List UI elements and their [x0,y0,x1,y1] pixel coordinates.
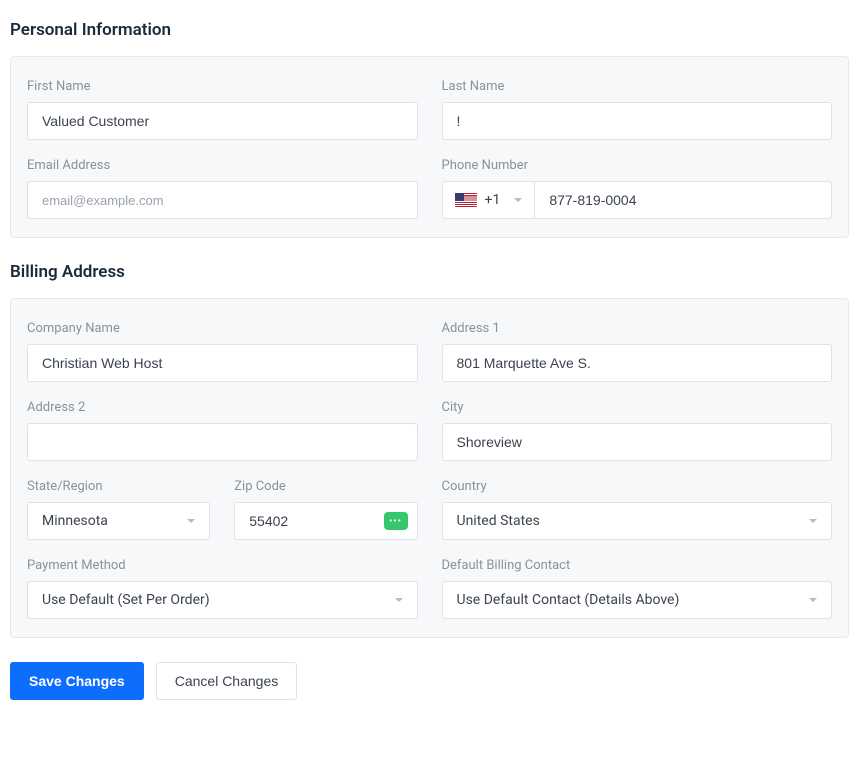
payment-method-value: Use Default (Set Per Order) [42,592,210,608]
state-label: State/Region [27,479,210,494]
state-field: State/Region Minnesota [27,479,210,540]
state-value: Minnesota [42,513,108,529]
billing-panel: Company Name Address 1 Address 2 City St… [10,298,849,638]
country-select[interactable]: United States [442,502,833,540]
us-flag-icon [455,193,477,207]
city-field: City [442,400,833,461]
zip-input[interactable] [234,502,417,540]
address1-field: Address 1 [442,321,833,382]
payment-method-label: Payment Method [27,558,418,573]
chevron-down-icon [809,519,817,523]
last-name-label: Last Name [442,79,833,94]
email-label: Email Address [27,158,418,173]
state-select[interactable]: Minnesota [27,502,210,540]
default-billing-contact-value: Use Default Contact (Details Above) [457,592,680,608]
email-field-wrap: Email Address [27,158,418,219]
default-billing-contact-field: Default Billing Contact Use Default Cont… [442,558,833,619]
phone-field-wrap: Phone Number +1 [442,158,833,219]
chevron-down-icon [187,519,195,523]
company-field: Company Name [27,321,418,382]
address1-label: Address 1 [442,321,833,336]
address1-input[interactable] [442,344,833,382]
country-field: Country United States [442,479,833,540]
country-label: Country [442,479,833,494]
city-label: City [442,400,833,415]
section-title-personal: Personal Information [10,20,849,40]
address2-field: Address 2 [27,400,418,461]
form-actions: Save Changes Cancel Changes [10,662,849,700]
first-name-input[interactable] [27,102,418,140]
cancel-button[interactable]: Cancel Changes [156,662,298,700]
payment-method-field: Payment Method Use Default (Set Per Orde… [27,558,418,619]
chevron-down-icon [395,598,403,602]
address2-label: Address 2 [27,400,418,415]
zip-label: Zip Code [234,479,417,494]
phone-country-code-dropdown[interactable]: +1 [442,181,535,219]
city-input[interactable] [442,423,833,461]
personal-panel: First Name Last Name Email Address Phone… [10,56,849,238]
save-button[interactable]: Save Changes [10,662,144,700]
section-title-billing: Billing Address [10,262,849,282]
default-billing-contact-label: Default Billing Contact [442,558,833,573]
phone-label: Phone Number [442,158,833,173]
phone-number-input[interactable] [534,181,832,219]
company-input[interactable] [27,344,418,382]
last-name-field: Last Name [442,79,833,140]
email-field[interactable] [27,181,418,219]
payment-method-select[interactable]: Use Default (Set Per Order) [27,581,418,619]
country-value: United States [457,513,540,529]
address2-input[interactable] [27,423,418,461]
default-billing-contact-select[interactable]: Use Default Contact (Details Above) [442,581,833,619]
zip-field: Zip Code ••• [234,479,417,540]
first-name-field: First Name [27,79,418,140]
first-name-label: First Name [27,79,418,94]
chevron-down-icon [514,198,522,202]
last-name-input[interactable] [442,102,833,140]
chevron-down-icon [809,598,817,602]
phone-cc-text: +1 [485,192,501,208]
company-label: Company Name [27,321,418,336]
state-zip-group: State/Region Minnesota Zip Code ••• [27,479,418,540]
